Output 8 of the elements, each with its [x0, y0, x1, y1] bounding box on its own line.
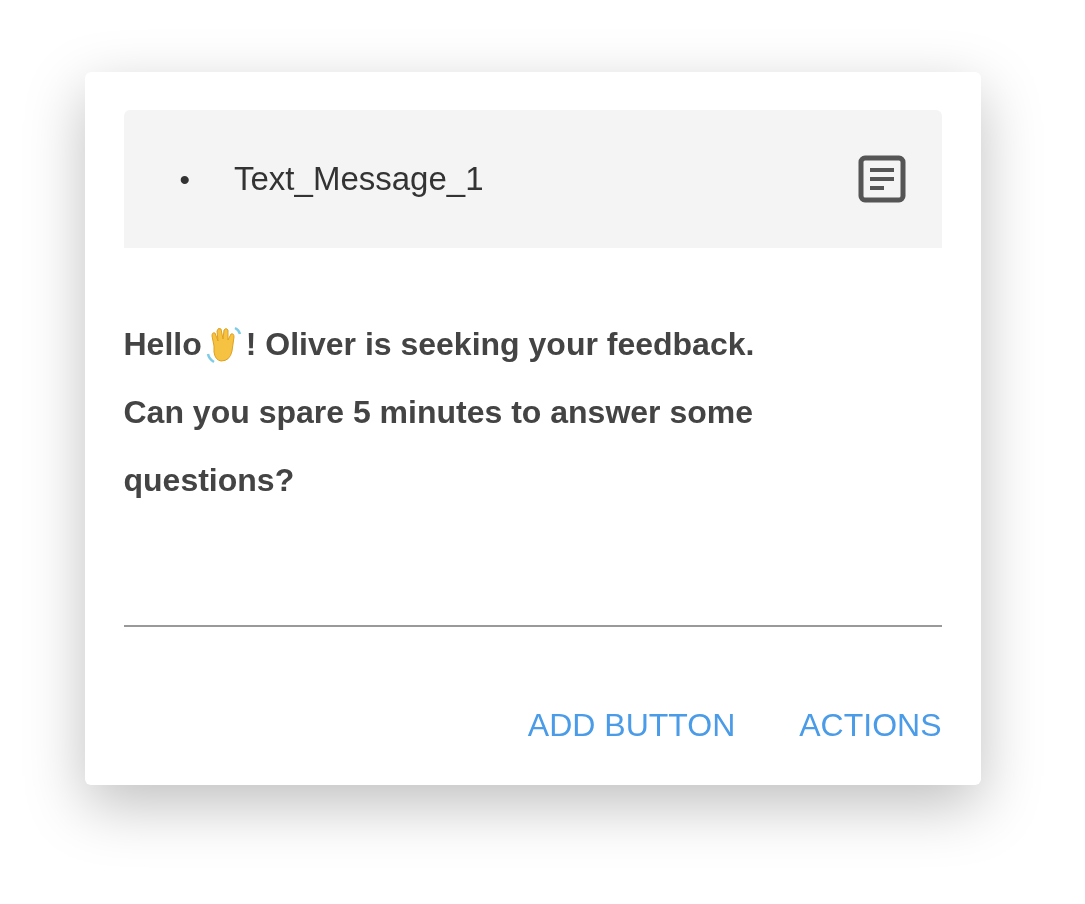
message-title: Text_Message_1	[234, 159, 485, 200]
message-text: ! Oliver is seeking your feedback.	[245, 325, 755, 364]
bullet: •	[179, 161, 190, 198]
text-button[interactable]: ADD BUTTON	[527, 709, 736, 741]
text-button[interactable]: ACTIONS	[799, 709, 942, 741]
document-icon	[857, 155, 906, 203]
greeting-text: Hello	[123, 325, 202, 364]
message-text: Can you spare 5 minutes to answer some questions?	[123, 393, 755, 500]
